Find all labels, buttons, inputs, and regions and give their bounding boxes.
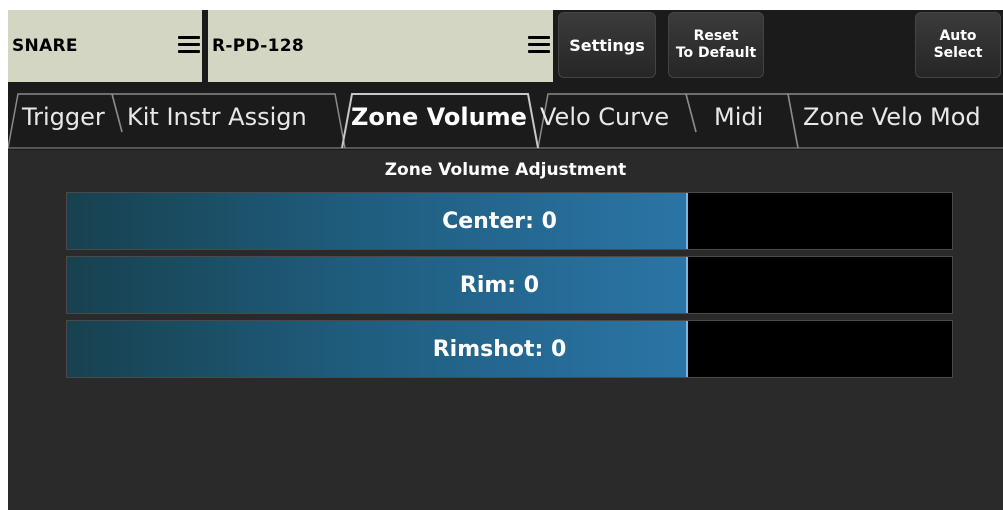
- settings-button[interactable]: Settings: [558, 12, 656, 78]
- tab-bar: Trigger Kit Instr Assign Zone Volume Vel…: [8, 82, 1003, 150]
- reset-to-default-button[interactable]: Reset To Default: [668, 12, 764, 78]
- tab-kit-instr-assign[interactable]: Kit Instr Assign: [127, 94, 307, 140]
- instrument-label: SNARE: [12, 36, 78, 56]
- center-volume-slider[interactable]: Center: 0: [66, 192, 953, 250]
- pad-selector[interactable]: R-PD-128: [208, 10, 553, 82]
- tab-zone-velo-mod[interactable]: Zone Velo Mod: [803, 94, 981, 140]
- top-bar: SNARE R-PD-128 Settings Reset To Default…: [8, 10, 1003, 82]
- panel-title: Zone Volume Adjustment: [384, 160, 627, 180]
- slider-fill: [67, 321, 687, 377]
- slider-fill: [67, 193, 687, 249]
- slider-handle[interactable]: [686, 321, 688, 377]
- slider-handle[interactable]: [686, 193, 688, 249]
- tab-midi[interactable]: Midi: [714, 94, 763, 140]
- slider-fill: [67, 257, 687, 313]
- pad-menu-icon[interactable]: [528, 35, 550, 53]
- tab-velo-curve[interactable]: Velo Curve: [540, 94, 669, 140]
- app-window: SNARE R-PD-128 Settings Reset To Default…: [8, 10, 1003, 510]
- instrument-selector[interactable]: SNARE: [8, 10, 205, 82]
- instrument-menu-icon[interactable]: [178, 35, 200, 53]
- rimshot-volume-slider[interactable]: Rimshot: 0: [66, 320, 953, 378]
- slider-handle[interactable]: [686, 257, 688, 313]
- auto-select-button[interactable]: Auto Select: [915, 12, 1001, 78]
- rim-volume-slider[interactable]: Rim: 0: [66, 256, 953, 314]
- tab-zone-volume[interactable]: Zone Volume: [351, 94, 527, 140]
- tab-trigger[interactable]: Trigger: [22, 94, 105, 140]
- pad-label: R-PD-128: [212, 36, 304, 56]
